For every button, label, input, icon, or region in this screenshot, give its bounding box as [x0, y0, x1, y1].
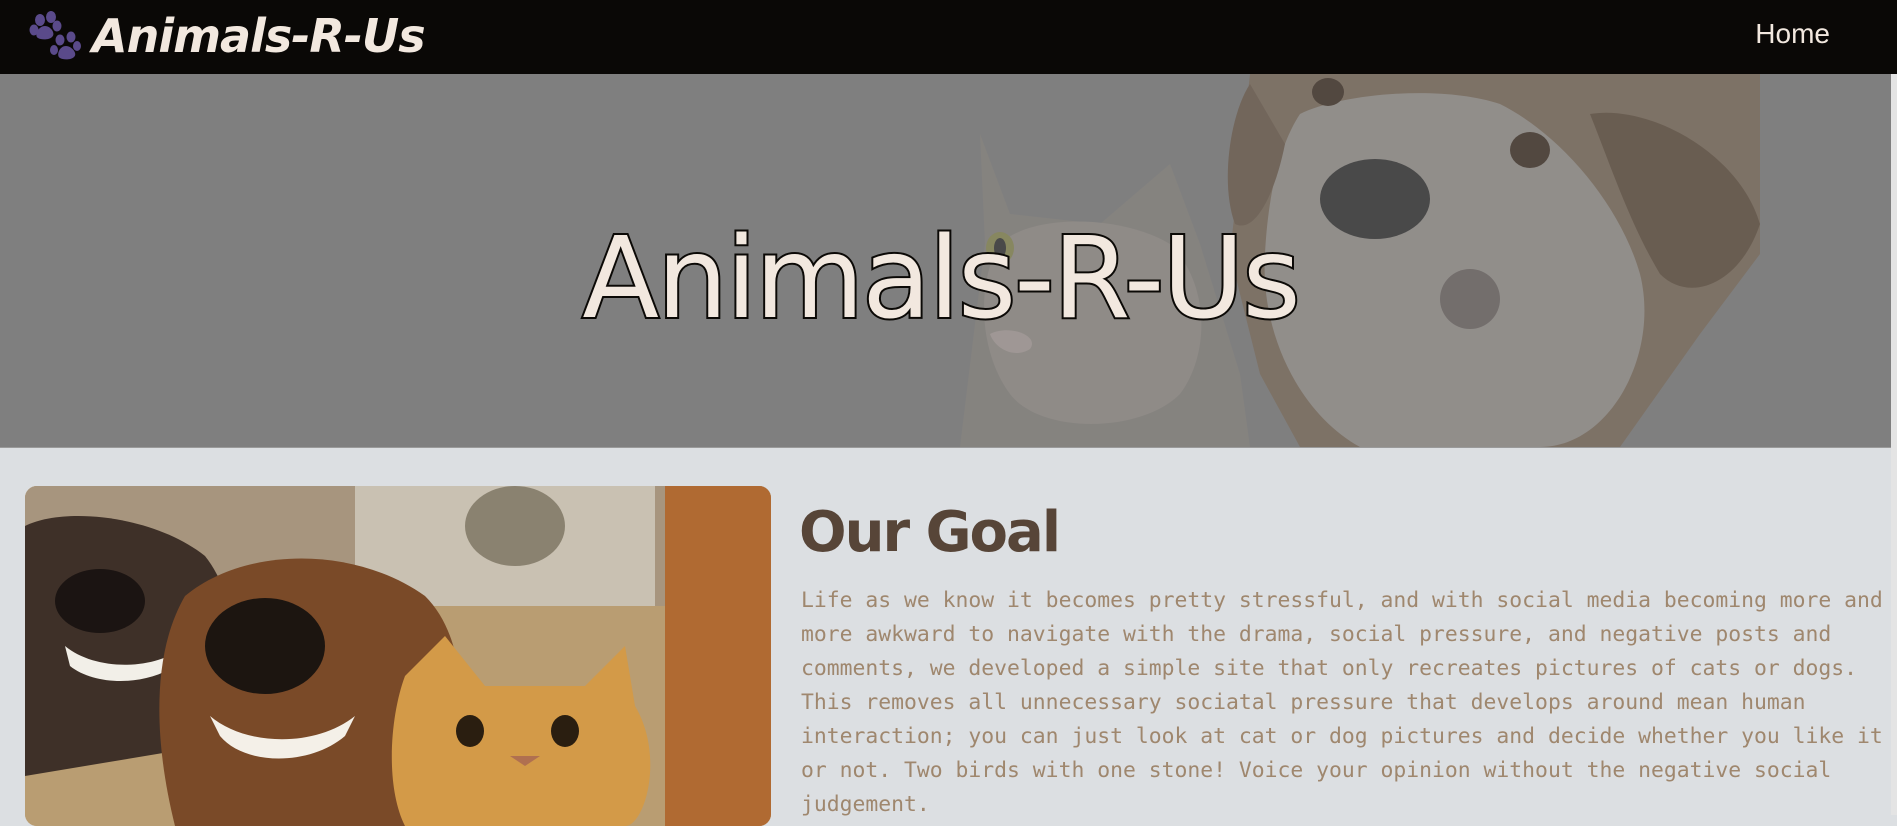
hero-title: Animals-R-Us: [580, 212, 1302, 346]
brand-name: Animals-R-Us: [92, 9, 426, 63]
hero-banner: Animals-R-Us: [0, 74, 1891, 447]
paw-icon: [29, 11, 81, 60]
dogs-and-cat-image: [25, 486, 771, 826]
animals-photo: [25, 486, 771, 826]
brand-link[interactable]: Animals-R-Us: [26, 6, 426, 66]
nav-link-home[interactable]: Home: [1755, 18, 1830, 50]
goal-description: Life as we know it becomes pretty stress…: [801, 588, 1883, 817]
navbar: Animals-R-Us Home: [0, 0, 1897, 74]
divider: [0, 447, 1891, 448]
scrollbar[interactable]: [1891, 74, 1897, 815]
goal-heading: Our Goal: [799, 500, 1061, 565]
